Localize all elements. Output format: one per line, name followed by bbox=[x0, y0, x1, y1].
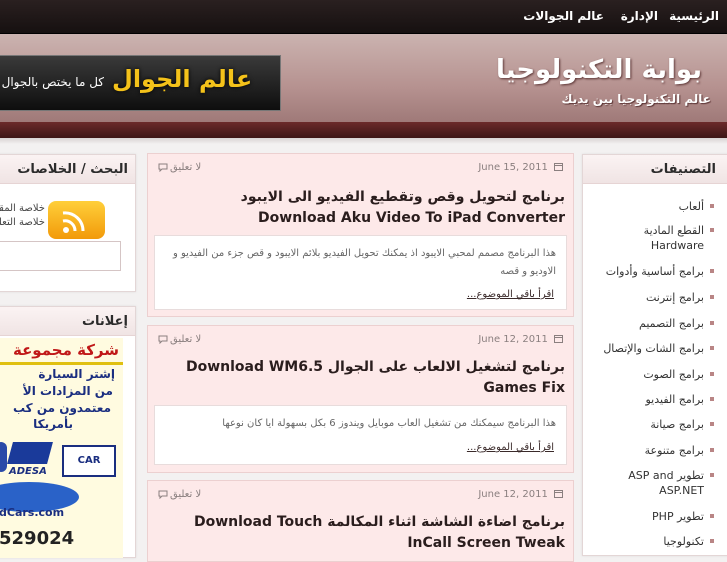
post-excerpt: هذا البرنامج مصمم لمحبي الايبود اذ يمكنك… bbox=[172, 248, 556, 277]
nav-item-mobile-world[interactable]: عالم الجوالات bbox=[523, 9, 604, 23]
post-comments[interactable]: لا تعليق bbox=[158, 334, 201, 345]
ad-brand-adesa: ADESA bbox=[9, 466, 47, 477]
bullet-icon bbox=[710, 295, 714, 299]
calendar-icon bbox=[554, 163, 563, 171]
ad-website: dCars.com bbox=[0, 506, 65, 519]
post-date: June 12, 2011 bbox=[478, 334, 563, 345]
post-title-continued[interactable]: Games Fix bbox=[156, 378, 565, 399]
comment-icon bbox=[158, 163, 168, 172]
comment-icon bbox=[158, 335, 168, 344]
ad-headline: شركة مجموعة bbox=[12, 341, 119, 359]
categories-box: التصنيفات ألعاب القطع المادية Hardware ب… bbox=[582, 154, 727, 556]
ad-line: من المزادات الأ bbox=[22, 384, 113, 398]
category-item[interactable]: برامج متنوعة bbox=[645, 443, 714, 458]
ad-logo-icon bbox=[0, 442, 7, 472]
category-item[interactable]: تكنولوجيا bbox=[663, 534, 714, 549]
post-comments-text: لا تعليق bbox=[170, 489, 202, 500]
post-comments-text: لا تعليق bbox=[170, 162, 202, 173]
bullet-icon bbox=[710, 473, 714, 477]
post-card: لا تعليق June 12, 2011 برنامج اضاءة الشا… bbox=[147, 480, 574, 562]
post-date: June 12, 2011 bbox=[478, 489, 563, 500]
bullet-icon bbox=[710, 448, 714, 452]
read-more-link[interactable]: اقرأ باقي الموضوع... bbox=[467, 442, 554, 453]
site-title[interactable]: بوابة التكنولوجيا bbox=[496, 55, 702, 85]
bullet-icon bbox=[710, 422, 714, 426]
nav-item-home[interactable]: الرئيسية bbox=[669, 9, 719, 23]
bullet-icon bbox=[710, 321, 714, 325]
post-card: لا تعليق June 12, 2011 برنامج لتشغيل الا… bbox=[147, 325, 574, 473]
post-title[interactable]: برنامج لتشغيل الالعاب على الجوال Downloa… bbox=[156, 357, 565, 378]
banner-logo: عالم الجوال bbox=[112, 65, 253, 93]
category-item[interactable]: برامج صيانة bbox=[650, 417, 714, 432]
post-date: June 15, 2011 bbox=[478, 162, 563, 173]
category-item[interactable]: برامج إنترنت bbox=[646, 290, 714, 305]
calendar-icon bbox=[554, 335, 563, 343]
category-item[interactable]: برامج الشات والإتصال bbox=[603, 341, 714, 356]
post-title-english[interactable]: Download Aku Video To iPad Converter bbox=[156, 208, 565, 229]
feed-link-posts[interactable]: خلاصة المقالات bbox=[0, 203, 45, 214]
post-excerpt-box: هذا البرنامج سيمكنك من تشغيل العاب موباي… bbox=[154, 405, 567, 465]
header-shadow bbox=[0, 138, 727, 144]
category-item[interactable]: برامج الفيديو bbox=[646, 392, 714, 407]
nav-item-admin[interactable]: الإدارة bbox=[621, 9, 658, 23]
bullet-icon bbox=[710, 539, 714, 543]
read-more-link[interactable]: اقرأ باقي الموضوع... bbox=[467, 289, 554, 300]
post-comments[interactable]: لا تعليق bbox=[158, 489, 201, 500]
site-tagline: عالم التكنولوجيا بين يديك bbox=[561, 92, 711, 106]
rss-feed-icon[interactable] bbox=[48, 201, 105, 239]
feed-link-comments[interactable]: خلاصة التعليقات bbox=[0, 217, 45, 228]
post-date-text: June 12, 2011 bbox=[478, 489, 548, 500]
bullet-icon bbox=[710, 228, 714, 232]
rss-icon bbox=[62, 211, 85, 233]
adesa-logo-icon bbox=[7, 442, 53, 464]
ad-brand-car: CAR bbox=[62, 445, 116, 477]
ads-title: إعلانات bbox=[81, 314, 128, 329]
top-nav-bar: الرئيسية الإدارة عالم الجوالات bbox=[0, 0, 727, 34]
ad-image[interactable]: شركة مجموعة إشتر السيارة من المزادات الأ… bbox=[0, 338, 123, 558]
post-title[interactable]: برنامج اضاءة الشاشة اثناء المكالمة Downl… bbox=[156, 512, 565, 533]
post-comments[interactable]: لا تعليق bbox=[158, 162, 201, 173]
category-item[interactable]: ألعاب bbox=[679, 199, 714, 214]
search-feeds-box: البحث / الخلاصات خلاصة المقالات خلاصة ال… bbox=[0, 154, 136, 292]
post-excerpt-box: هذا البرنامج مصمم لمحبي الايبود اذ يمكنك… bbox=[154, 235, 567, 310]
post-title-continued[interactable]: InCall Screen Tweak bbox=[156, 533, 565, 554]
banner-text: كل ما يختص بالجوال bbox=[1, 75, 104, 89]
ad-divider bbox=[0, 362, 123, 365]
bullet-icon bbox=[710, 204, 714, 208]
comment-icon bbox=[158, 490, 168, 499]
post-title-arabic[interactable]: برنامج لتحويل وقص وتقطيع الفيديو الى الا… bbox=[156, 187, 565, 208]
category-item[interactable]: تطوير PHP bbox=[652, 509, 714, 524]
header-banner-ad[interactable]: كل ما يختص بالجوال عالم الجوال bbox=[0, 55, 281, 111]
bullet-icon bbox=[710, 514, 714, 518]
bullet-icon bbox=[710, 397, 714, 401]
ad-line: بأمريكا bbox=[33, 417, 73, 431]
ad-phone: 529024 bbox=[0, 528, 75, 549]
bullet-icon bbox=[710, 372, 714, 376]
bullet-icon bbox=[710, 269, 714, 273]
ads-box: إعلانات شركة مجموعة إشتر السيارة من المز… bbox=[0, 306, 136, 558]
calendar-icon bbox=[554, 490, 563, 498]
category-item[interactable]: القطع المادية Hardware bbox=[604, 223, 714, 253]
category-item[interactable]: تطوير ASP and ASP.NET bbox=[624, 468, 714, 498]
search-feeds-header: البحث / الخلاصات bbox=[0, 155, 135, 184]
post-date-text: June 15, 2011 bbox=[478, 162, 548, 173]
post-excerpt: هذا البرنامج سيمكنك من تشغيل العاب موباي… bbox=[222, 418, 556, 429]
search-feeds-title: البحث / الخلاصات bbox=[17, 162, 128, 177]
post-date-text: June 12, 2011 bbox=[478, 334, 548, 345]
header-band bbox=[0, 122, 727, 138]
post-comments-text: لا تعليق bbox=[170, 334, 202, 345]
categories-header: التصنيفات bbox=[583, 155, 727, 184]
post-card: لا تعليق June 15, 2011 برنامج لتحويل وقص… bbox=[147, 153, 574, 317]
categories-title: التصنيفات bbox=[650, 162, 716, 177]
ad-line: معتمدون من كب bbox=[12, 401, 111, 415]
ads-header: إعلانات bbox=[0, 307, 135, 336]
category-item[interactable]: برامج التصميم bbox=[639, 316, 714, 331]
search-input[interactable] bbox=[0, 241, 121, 271]
category-item[interactable]: برامج الصوت bbox=[643, 367, 714, 382]
category-item[interactable]: برامج أساسية وأدوات bbox=[606, 264, 714, 279]
bullet-icon bbox=[710, 346, 714, 350]
ad-line: إشتر السيارة bbox=[38, 367, 115, 381]
